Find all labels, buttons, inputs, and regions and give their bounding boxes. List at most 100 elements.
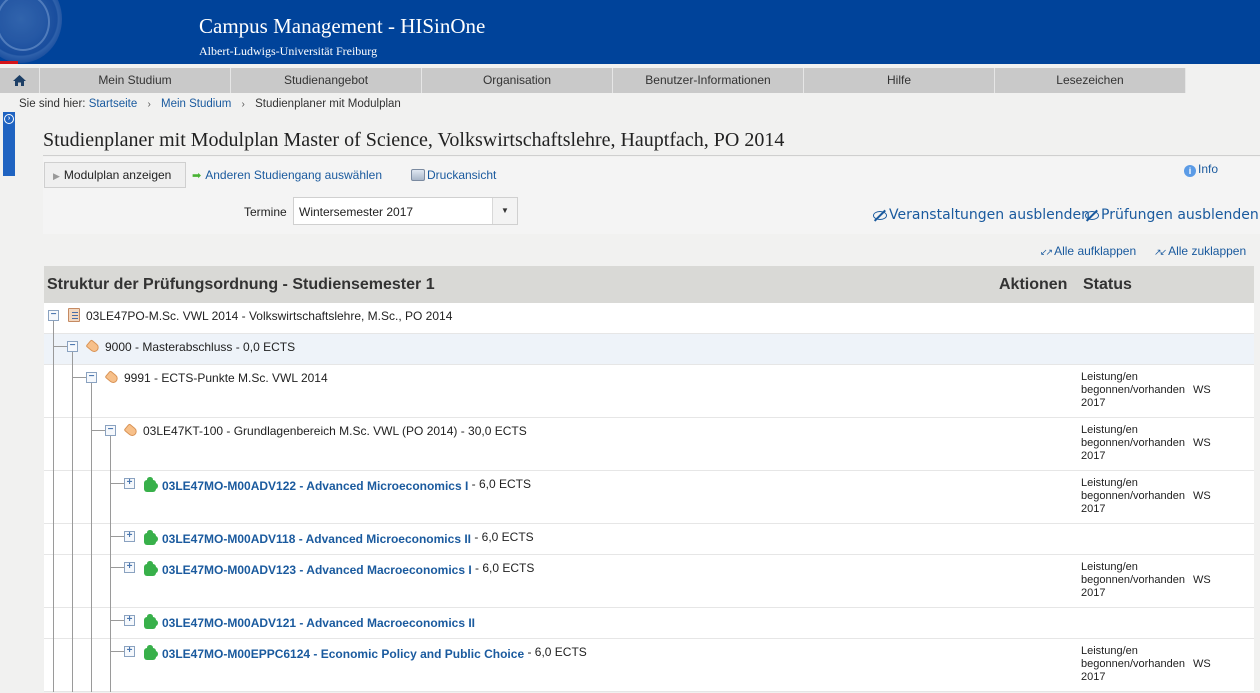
info-icon: i (1184, 165, 1196, 177)
druckansicht-link[interactable]: Druckansicht (411, 168, 496, 182)
modulplan-button-label: Modulplan anzeigen (63, 168, 172, 182)
status-line: Leistung/en (1081, 371, 1138, 383)
expand-node-icon[interactable]: + (124, 562, 135, 573)
module-link[interactable]: 03LE47MO-M00ADV118 - Advanced Microecono… (162, 532, 471, 546)
breadcrumb-startseite[interactable]: Startseite (89, 98, 138, 110)
status-text: begonnen/vorhanden (1081, 658, 1185, 670)
status-line: Leistung/en (1081, 424, 1138, 436)
tree-guide-line (72, 639, 73, 692)
puzzle-icon (144, 477, 158, 492)
table-row: − 9000 - Masterabschluss - 0,0 ECTS (44, 334, 1254, 365)
nav-item-organisation[interactable]: Organisation (422, 68, 613, 93)
nav-home-button[interactable] (0, 68, 40, 93)
status-term: WS (1192, 384, 1211, 396)
alle-aufklappen-label: Alle aufklappen (1054, 244, 1137, 258)
module-ects: - 6,0 ECTS (524, 645, 587, 659)
status-line: begonnen/vorhanden WS (1081, 437, 1211, 450)
status-line: begonnen/vorhanden WS (1081, 384, 1211, 397)
info-link[interactable]: i Info (1184, 162, 1218, 177)
breadcrumb-mein-studium[interactable]: Mein Studium (161, 98, 231, 110)
status-line: Leistung/en (1081, 561, 1138, 573)
tree-guide-line (91, 555, 92, 608)
nav-item-benutzer-informationen[interactable]: Benutzer-Informationen (613, 68, 804, 93)
breadcrumb: Sie sind hier: Startseite › Mein Studium… (19, 98, 401, 110)
nav-item-studienangebot[interactable]: Studienangebot (231, 68, 422, 93)
module-link[interactable]: 03LE47MO-M00EPPC6124 - Economic Policy a… (162, 647, 524, 661)
breadcrumb-label: Sie sind hier: (19, 98, 86, 110)
status-text: begonnen/vorhanden (1081, 490, 1185, 502)
nav-item-lesezeichen[interactable]: Lesezeichen (995, 68, 1186, 93)
row-label: 03LE47MO-M00ADV118 - Advanced Microecono… (162, 530, 534, 546)
status-line: Leistung/en (1081, 645, 1138, 657)
termine-select[interactable]: Wintersemester 2017 ▼ (293, 197, 518, 225)
green-arrow-icon: ➡ (192, 170, 202, 182)
status-cell: Leistung/en begonnen/vorhanden WS 2017 (1081, 424, 1211, 463)
tree-guide-line (53, 471, 54, 524)
alle-aufklappen-link[interactable]: ↙↗ Alle aufklappen (1040, 244, 1136, 258)
breadcrumb-separator-icon: › (241, 99, 245, 110)
status-text: begonnen/vorhanden (1081, 384, 1185, 396)
sidebar-toggle-tab[interactable]: › (3, 112, 15, 176)
nav-item-mein-studium[interactable]: Mein Studium (40, 68, 231, 93)
tree-guide-line (53, 334, 54, 365)
puzzle-icon (144, 645, 158, 660)
collapse-node-icon[interactable]: − (48, 310, 59, 321)
header-status: Status (1083, 276, 1132, 293)
breadcrumb-separator-icon: › (147, 99, 151, 110)
status-cell: Leistung/en begonnen/vorhanden WS 2017 (1081, 561, 1211, 600)
tree-guide-line (91, 418, 92, 471)
pruefungen-ausblenden-link[interactable]: Prüfungen ausblenden (1085, 207, 1259, 223)
table-row: +03LE47MO-M00EPPC6124 - Economic Policy … (44, 639, 1254, 692)
breadcrumb-current: Studienplaner mit Modulplan (255, 98, 401, 110)
table-body: − 03LE47PO-M.Sc. VWL 2014 - Volkswirtscha… (44, 303, 1254, 692)
modulplan-anzeigen-button[interactable]: ▶ Modulplan anzeigen (44, 162, 186, 188)
table-row: +03LE47MO-M00ADV121 - Advanced Macroecon… (44, 608, 1254, 639)
status-term: WS (1192, 658, 1211, 670)
app-header: Campus Management - HISinOne Albert-Ludw… (0, 0, 1260, 64)
collapse-node-icon[interactable]: − (105, 425, 116, 436)
veranstaltungen-ausblenden-link[interactable]: Veranstaltungen ausblenden (873, 207, 1090, 223)
druckansicht-label: Druckansicht (427, 168, 497, 182)
status-line: begonnen/vorhanden WS (1081, 658, 1211, 671)
header-aktionen: Aktionen (999, 276, 1068, 293)
puzzle-icon (144, 614, 158, 629)
table-row: − 03LE47PO-M.Sc. VWL 2014 - Volkswirtscha… (44, 303, 1254, 334)
nav-item-hilfe[interactable]: Hilfe (804, 68, 995, 93)
tree-connector-line (72, 377, 86, 378)
tree-connector-line (53, 346, 67, 347)
table-row: +03LE47MO-M00ADV122 - Advanced Microecon… (44, 471, 1254, 524)
collapse-node-icon[interactable]: − (67, 341, 78, 352)
tree-guide-line (110, 524, 111, 555)
tree-guide-line (72, 352, 73, 365)
status-cell: Leistung/en begonnen/vorhanden WS 2017 (1081, 371, 1211, 410)
expand-node-icon[interactable]: + (124, 478, 135, 489)
app-title: Campus Management - HISinOne (199, 14, 486, 38)
module-ects: - 6,0 ECTS (471, 530, 534, 544)
puzzle-icon (144, 530, 158, 545)
tag-icon (123, 423, 139, 438)
tree-guide-line (91, 524, 92, 555)
app-subtitle: Albert-Ludwigs-Universität Freiburg (199, 44, 378, 58)
status-year: 2017 (1081, 450, 1106, 462)
tree-guide-line (110, 555, 111, 608)
tree-guide-line (91, 471, 92, 524)
module-link[interactable]: 03LE47MO-M00ADV122 - Advanced Microecono… (162, 479, 468, 493)
tree-guide-line (110, 639, 111, 692)
module-link[interactable]: 03LE47MO-M00ADV121 - Advanced Macroecono… (162, 616, 475, 630)
status-cell: Leistung/en begonnen/vorhanden WS 2017 (1081, 645, 1211, 684)
tree-guide-line (72, 524, 73, 555)
chevron-down-icon[interactable]: ▼ (492, 198, 517, 224)
expand-node-icon[interactable]: + (124, 646, 135, 657)
alle-zuklappen-link[interactable]: ↗↙ Alle zuklappen (1154, 244, 1246, 258)
status-term: WS (1192, 437, 1211, 449)
module-link[interactable]: 03LE47MO-M00ADV123 - Advanced Macroecono… (162, 563, 472, 577)
expand-node-icon[interactable]: + (124, 531, 135, 542)
termine-select-value: Wintersemester 2017 (299, 205, 414, 219)
anderen-studiengang-link[interactable]: ➡ Anderen Studiengang auswählen (192, 168, 382, 182)
alle-zuklappen-label: Alle zuklappen (1168, 244, 1247, 258)
table-row: − 9991 - ECTS-Punkte M.Sc. VWL 2014 Leistu… (44, 365, 1254, 418)
expand-arrows-icon: ↙↗ (1040, 247, 1053, 257)
expand-node-icon[interactable]: + (124, 615, 135, 626)
collapse-node-icon[interactable]: − (86, 372, 97, 383)
eye-off-icon (1085, 210, 1099, 220)
